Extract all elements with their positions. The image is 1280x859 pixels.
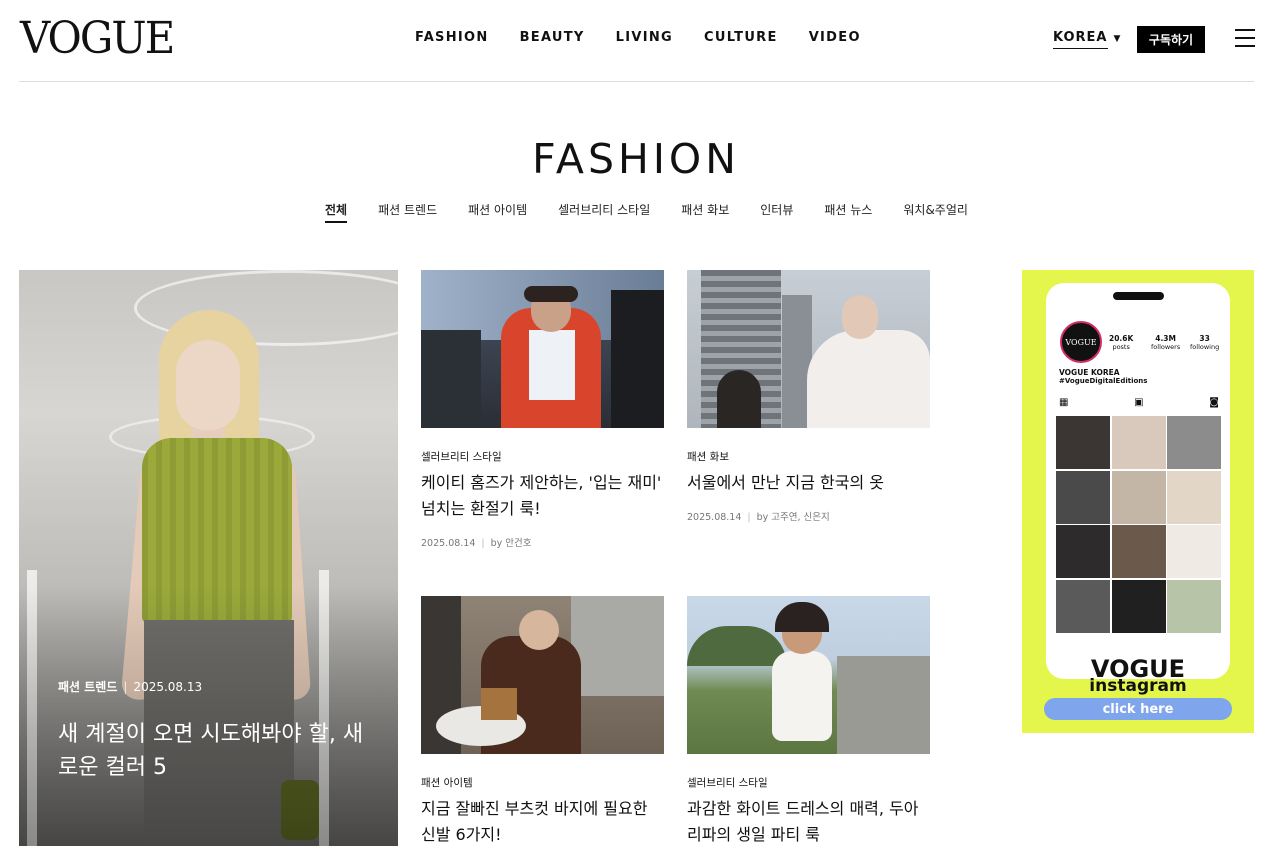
hero-title[interactable]: 새 계절이 오면 시도해봐야 할, 새로운 컬러 5 [58,718,378,784]
article-date: 2025.08.14 [687,512,742,523]
article-card[interactable]: 패션 아이템 지금 잘빠진 부츠컷 바지에 필요한 신발 6가지! [421,596,664,856]
ad-subheadline: instagram [1089,676,1187,696]
article-card[interactable]: 셀러브리티 스타일 케이티 홈즈가 제안하는, '입는 재미' 넘치는 환절기 … [421,270,664,560]
stat-followers: 4.3M followers [1151,334,1181,352]
header-divider [19,81,1254,82]
avatar: VOGUE [1060,321,1102,363]
grid-icon: ▦ [1059,397,1069,408]
page-title: FASHION [532,135,740,183]
article-category[interactable]: 패션 아이템 [421,776,473,790]
main-nav: FASHION BEAUTY LIVING CULTURE VIDEO [415,29,861,47]
hero-category[interactable]: 패션 트렌드 [58,679,117,695]
article-date: 2025.08.14 [421,538,476,549]
vogue-logo[interactable]: VOGUE [20,14,175,64]
hero-meta: 패션 트렌드 | 2025.08.13 [58,679,203,695]
reels-icon: ▣ [1134,397,1144,408]
tab-watch-jewelry[interactable]: 워치&주얼리 [903,201,968,219]
article-category[interactable]: 셀러브리티 스타일 [687,776,768,790]
article-category[interactable]: 패션 화보 [687,450,729,464]
tab-fashion-item[interactable]: 패션 아이템 [468,201,527,219]
nav-video[interactable]: VIDEO [809,29,861,47]
article-card[interactable]: 셀러브리티 스타일 과감한 화이트 드레스의 매력, 두아 리파의 생일 파티 … [687,596,930,856]
tab-fashion-pictorial[interactable]: 패션 화보 [681,201,729,219]
nav-fashion[interactable]: FASHION [415,29,489,47]
stat-following: 33 following [1190,334,1220,352]
account-hashtag: #VogueDigitalEditions [1059,377,1148,385]
article-image[interactable] [421,596,664,754]
subscribe-button[interactable]: 구독하기 [1137,26,1205,53]
tab-fashion-trend[interactable]: 패션 트렌드 [378,201,437,219]
tab-all[interactable]: 전체 [325,201,348,223]
stat-posts: 20.6K posts [1109,334,1134,352]
article-title[interactable]: 지금 잘빠진 부츠컷 바지에 필요한 신발 6가지! [421,796,664,848]
article-author: by 고주연, 신은지 [756,512,830,523]
article-image[interactable] [421,270,664,428]
hero-date: 2025.08.13 [133,680,203,694]
article-category[interactable]: 셀러브리티 스타일 [421,450,502,464]
article-title[interactable]: 과감한 화이트 드레스의 매력, 두아 리파의 생일 파티 룩 [687,796,930,848]
article-card[interactable]: 패션 화보 서울에서 만난 지금 한국의 옷 2025.08.14 | by 고… [687,270,930,535]
category-tabs: 전체 패션 트렌드 패션 아이템 셀러브리티 스타일 패션 화보 인터뷰 패션 … [325,201,968,223]
instagram-ad-banner[interactable]: VOGUE 20.6K posts 4.3M followers 33 followi… [1022,270,1254,733]
hamburger-menu-icon[interactable] [1235,29,1255,47]
click-here-button[interactable]: click here [1044,698,1232,720]
caret-down-icon: ▼ [1113,34,1122,44]
edition-label: KOREA [1053,29,1108,49]
hero-article[interactable]: 패션 트렌드 | 2025.08.13 새 계절이 오면 시도해봐야 할, 새로… [19,270,398,846]
article-byline: 2025.08.14 | by 안건호 [421,538,532,549]
article-byline: 2025.08.14 | by 고주연, 신은지 [687,512,830,523]
tagged-icon: ◙ [1209,397,1219,408]
tab-interview[interactable]: 인터뷰 [760,201,793,219]
tab-celebrity-style[interactable]: 셀러브리티 스타일 [558,201,650,219]
article-title[interactable]: 서울에서 만난 지금 한국의 옷 [687,470,930,496]
article-image[interactable] [687,270,930,428]
article-title[interactable]: 케이티 홈즈가 제안하는, '입는 재미' 넘치는 환절기 룩! [421,470,664,522]
nav-culture[interactable]: CULTURE [704,29,778,47]
hero-image-model [176,340,240,430]
nav-living[interactable]: LIVING [616,29,673,47]
article-image[interactable] [687,596,930,754]
instagram-grid [1056,416,1221,633]
nav-beauty[interactable]: BEAUTY [520,29,585,47]
site-header: VOGUE FASHION BEAUTY LIVING CULTURE VIDE… [0,0,1280,82]
tab-fashion-news[interactable]: 패션 뉴스 [824,201,872,219]
account-name: VOGUE KOREA [1059,368,1120,377]
edition-selector[interactable]: KOREA ▼ [1053,29,1121,49]
article-author: by 안건호 [490,538,532,549]
phone-mockup: VOGUE 20.6K posts 4.3M followers 33 followi… [1046,283,1230,679]
